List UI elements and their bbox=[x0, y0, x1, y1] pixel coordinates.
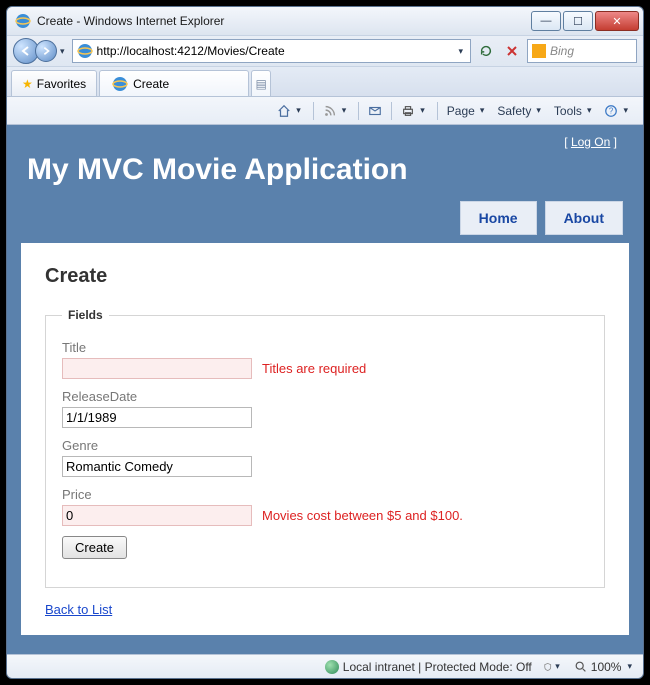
price-label: Price bbox=[62, 487, 588, 502]
zoom-control[interactable]: 100% ▾ bbox=[574, 660, 635, 674]
star-icon: ★ bbox=[22, 77, 33, 91]
tab-ie-icon bbox=[112, 76, 128, 92]
help-icon: ? bbox=[604, 104, 618, 118]
zone-text: Local intranet | Protected Mode: Off bbox=[343, 660, 532, 674]
minimize-button[interactable]: — bbox=[531, 11, 561, 31]
nav-arrows: ▾ bbox=[13, 38, 68, 64]
new-tab-button[interactable]: ▤ bbox=[251, 70, 271, 96]
favorites-button[interactable]: ★ Favorites bbox=[11, 70, 97, 96]
field-genre: Genre bbox=[62, 438, 588, 477]
feeds-cmd[interactable]: ▾ bbox=[319, 100, 354, 122]
mail-cmd[interactable] bbox=[364, 100, 386, 122]
zoom-icon bbox=[574, 660, 588, 674]
maximize-button[interactable]: ☐ bbox=[563, 11, 593, 31]
arrow-right-icon bbox=[41, 46, 51, 56]
stop-button[interactable] bbox=[501, 40, 523, 62]
status-bar: Local intranet | Protected Mode: Off ▾ 1… bbox=[7, 654, 643, 678]
browser-window: Create - Windows Internet Explorer — ☐ ✕… bbox=[6, 6, 644, 679]
nav-about[interactable]: About bbox=[545, 201, 623, 235]
print-cmd[interactable]: ▾ bbox=[397, 100, 432, 122]
status-protected-icon[interactable]: ▾ bbox=[542, 656, 564, 678]
forward-button[interactable] bbox=[35, 40, 57, 62]
title-bar[interactable]: Create - Windows Internet Explorer — ☐ ✕ bbox=[7, 7, 643, 35]
field-title: Title Titles are required bbox=[62, 340, 588, 379]
logon-area: [ Log On ] bbox=[21, 125, 629, 149]
fieldset-legend: Fields bbox=[62, 308, 109, 322]
genre-label: Genre bbox=[62, 438, 588, 453]
search-box[interactable]: Bing bbox=[527, 39, 637, 63]
window-controls: — ☐ ✕ bbox=[531, 11, 639, 31]
title-error: Titles are required bbox=[262, 361, 366, 376]
window-title: Create - Windows Internet Explorer bbox=[37, 14, 531, 28]
command-bar: ▾ ▾ ▾ Page▾ Safety▾ Tools▾ ? ▾ bbox=[7, 97, 643, 125]
ie-icon bbox=[15, 13, 31, 29]
zoom-value: 100% bbox=[591, 660, 622, 674]
tabs-row: ★ Favorites Create ▤ bbox=[7, 67, 643, 97]
nav-home[interactable]: Home bbox=[460, 201, 537, 235]
close-button[interactable]: ✕ bbox=[595, 11, 639, 31]
nav-bar: ▾ ▾ Bing bbox=[7, 35, 643, 67]
content-panel: Create Fields Title Titles are required … bbox=[21, 243, 629, 635]
print-icon bbox=[401, 104, 415, 118]
title-input[interactable] bbox=[62, 358, 252, 379]
safety-menu[interactable]: Safety▾ bbox=[493, 100, 548, 122]
page-heading: Create bbox=[45, 265, 605, 288]
address-input[interactable] bbox=[97, 44, 452, 58]
nav-tabs: Home About bbox=[21, 201, 629, 235]
shield-icon bbox=[543, 660, 552, 674]
svg-text:?: ? bbox=[609, 106, 614, 115]
page-ie-icon bbox=[77, 43, 93, 59]
releasedate-input[interactable] bbox=[62, 407, 252, 428]
logon-link[interactable]: Log On bbox=[571, 135, 610, 149]
tab-create[interactable]: Create bbox=[99, 70, 249, 96]
help-cmd[interactable]: ? ▾ bbox=[600, 100, 635, 122]
globe-icon bbox=[325, 660, 339, 674]
favorites-label: Favorites bbox=[37, 77, 86, 91]
search-placeholder: Bing bbox=[550, 44, 574, 58]
bing-icon bbox=[532, 44, 546, 58]
page-body: [ Log On ] My MVC Movie Application Home… bbox=[7, 125, 643, 654]
viewport[interactable]: [ Log On ] My MVC Movie Application Home… bbox=[7, 125, 643, 654]
fields-fieldset: Fields Title Titles are required Release… bbox=[45, 308, 605, 588]
home-icon bbox=[277, 104, 291, 118]
tools-menu[interactable]: Tools▾ bbox=[550, 100, 599, 122]
mail-icon bbox=[368, 104, 382, 118]
tab-label: Create bbox=[133, 77, 169, 91]
app-title: My MVC Movie Application bbox=[21, 149, 629, 201]
home-cmd[interactable]: ▾ bbox=[273, 100, 308, 122]
price-input[interactable] bbox=[62, 505, 252, 526]
stop-icon bbox=[506, 45, 518, 57]
price-error: Movies cost between $5 and $100. bbox=[262, 508, 463, 523]
submit-row: Create bbox=[62, 536, 588, 559]
arrow-left-icon bbox=[20, 45, 32, 57]
address-dropdown[interactable]: ▾ bbox=[455, 46, 466, 57]
genre-input[interactable] bbox=[62, 456, 252, 477]
security-zone[interactable]: Local intranet | Protected Mode: Off bbox=[325, 660, 532, 674]
releasedate-label: ReleaseDate bbox=[62, 389, 588, 404]
nav-history-dropdown[interactable]: ▾ bbox=[57, 46, 68, 57]
back-to-list-link[interactable]: Back to List bbox=[45, 602, 112, 617]
title-label: Title bbox=[62, 340, 588, 355]
refresh-icon bbox=[479, 44, 493, 58]
field-price: Price Movies cost between $5 and $100. bbox=[62, 487, 588, 526]
rss-icon bbox=[323, 104, 337, 118]
address-bar[interactable]: ▾ bbox=[72, 39, 471, 63]
page-menu[interactable]: Page▾ bbox=[443, 100, 492, 122]
field-releasedate: ReleaseDate bbox=[62, 389, 588, 428]
create-button[interactable]: Create bbox=[62, 536, 127, 559]
refresh-button[interactable] bbox=[475, 40, 497, 62]
